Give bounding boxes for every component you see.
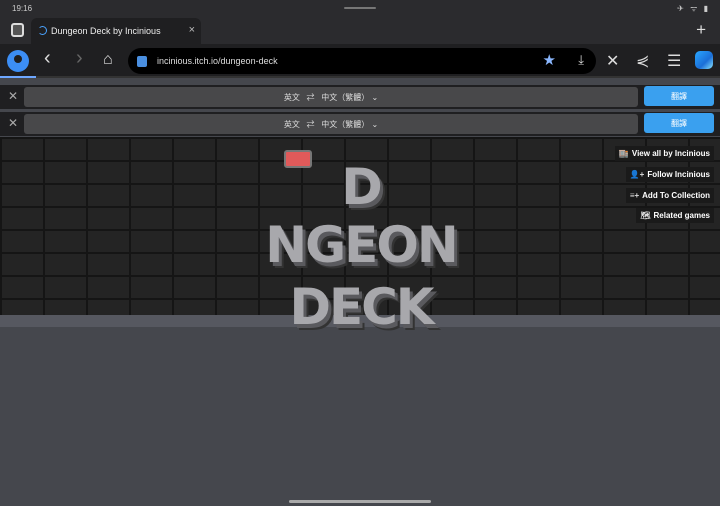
window-handle[interactable] — [344, 7, 376, 9]
stop-loading-button[interactable]: ✕ — [606, 51, 619, 71]
home-button[interactable]: ⌂ — [103, 51, 113, 69]
source-language: 英文 — [283, 93, 300, 102]
language-selector[interactable]: 英文 ⇄ 中文（繁體） ⌄ — [24, 114, 638, 134]
share-icon[interactable]: ⋞ — [636, 51, 649, 71]
tabs-overview-icon[interactable] — [11, 23, 24, 37]
button-label: Related games — [653, 211, 710, 220]
status-bar: 19:16 ✈ ᯤ ▮ — [0, 0, 720, 18]
language-selector[interactable]: 英文 ⇄ 中文（繁體） ⌄ — [24, 87, 638, 107]
tab-bar: Dungeon Deck by Incinious × + — [0, 18, 720, 44]
follow-user-icon: 👤+ — [629, 170, 645, 179]
swap-icon[interactable]: ⇄ — [307, 93, 315, 102]
close-translate-icon[interactable]: ✕ — [8, 89, 18, 103]
profile-avatar[interactable] — [7, 50, 29, 72]
translate-bar: ✕ 英文 ⇄ 中文（繁體） ⌄ 翻譯 — [0, 85, 720, 109]
home-gesture-bar[interactable] — [289, 500, 431, 503]
related-games-button[interactable]: 🗺 Related games — [636, 208, 714, 223]
tab-dungeon-deck[interactable]: Dungeon Deck by Incinious × — [31, 18, 201, 44]
address-bar[interactable]: incinious.itch.io/dungeon-deck ★ ⤓ — [128, 48, 596, 74]
close-tab-icon[interactable]: × — [189, 24, 195, 36]
button-label: Follow Incinious — [647, 170, 710, 179]
translate-button[interactable]: 翻譯 — [644, 113, 714, 133]
close-translate-icon[interactable]: ✕ — [8, 116, 18, 130]
follow-button[interactable]: 👤+ Follow Incinious — [625, 167, 714, 182]
bookmark-star-icon[interactable]: ★ — [543, 51, 556, 69]
chevron-down-icon: ⌄ — [371, 120, 379, 129]
button-label: View all by Incinious — [631, 149, 710, 158]
menu-icon[interactable]: ☰ — [667, 51, 681, 71]
add-list-icon: ≡+ — [629, 191, 640, 200]
source-language: 英文 — [283, 120, 300, 129]
swap-icon[interactable]: ⇄ — [307, 120, 315, 129]
logo-line-1: D NGEON — [265, 158, 458, 274]
nav-bar: ‹ › ⌂ incinious.itch.io/dungeon-deck ★ ⤓… — [0, 44, 720, 78]
forward-button[interactable]: › — [76, 47, 83, 70]
button-label: Add To Collection — [642, 191, 710, 200]
map-icon: 🗺 — [640, 211, 651, 220]
chevron-down-icon: ⌄ — [371, 93, 379, 102]
translate-button[interactable]: 翻譯 — [644, 86, 714, 106]
copilot-icon[interactable] — [695, 51, 713, 69]
new-tab-button[interactable]: + — [696, 20, 706, 40]
store-icon: 🏬 — [618, 149, 629, 158]
download-icon[interactable]: ⤓ — [578, 52, 584, 68]
tab-title: Dungeon Deck by Incinious — [51, 26, 161, 36]
status-icons: ✈ ᯤ ▮ — [677, 4, 710, 13]
translate-bar: ✕ 英文 ⇄ 中文（繁體） ⌄ 翻譯 — [0, 112, 720, 136]
lock-icon[interactable] — [137, 56, 147, 67]
logo-line-2: DECK — [289, 278, 434, 336]
page-load-progress — [0, 76, 36, 78]
game-logo: D NGEON DECK — [246, 158, 476, 336]
view-all-button[interactable]: 🏬 View all by Incinious — [614, 146, 714, 161]
loading-spinner-icon — [38, 26, 47, 35]
add-to-collection-button[interactable]: ≡+ Add To Collection — [625, 188, 714, 203]
url-text: incinious.itch.io/dungeon-deck — [157, 56, 278, 66]
clock: 19:16 — [12, 4, 33, 13]
target-language: 中文（繁體） — [321, 120, 370, 129]
back-button[interactable]: ‹ — [44, 47, 51, 70]
target-language: 中文（繁體） — [321, 93, 370, 102]
